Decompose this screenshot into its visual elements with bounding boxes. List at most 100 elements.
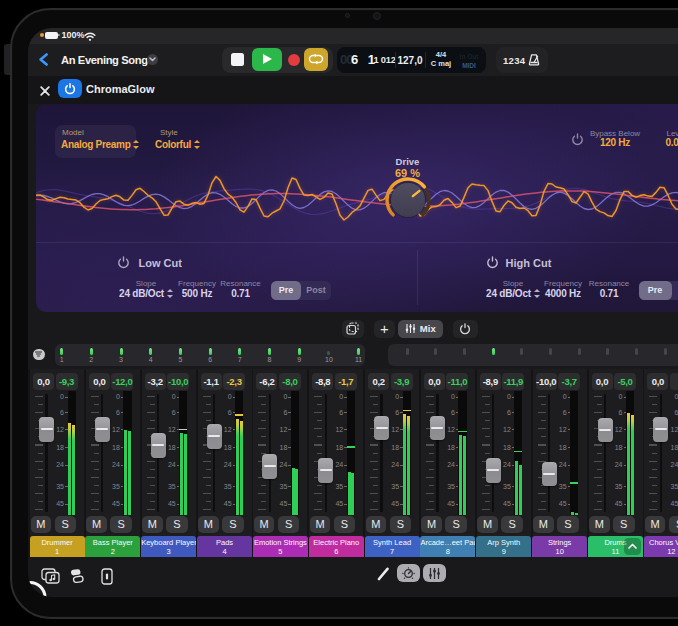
peak-readout[interactable]: -8,0 bbox=[279, 373, 301, 390]
close-icon[interactable] bbox=[40, 86, 50, 96]
track-overview-strip-2[interactable] bbox=[388, 344, 678, 366]
peak-readout[interactable] bbox=[670, 373, 678, 390]
mixer-view-button[interactable] bbox=[423, 564, 446, 582]
add-plugin-button[interactable]: + bbox=[374, 320, 395, 338]
track-name-label[interactable]: Emotion Strings 5 bbox=[253, 536, 308, 557]
track-stack-expand-button[interactable] bbox=[624, 538, 641, 555]
high-cut-power-icon[interactable] bbox=[486, 256, 499, 269]
remote-device-icon[interactable] bbox=[101, 568, 113, 585]
volume-readout[interactable]: -6,2 bbox=[256, 373, 277, 390]
mute-button[interactable]: M bbox=[86, 516, 107, 534]
count-in-button[interactable]: 1234 bbox=[503, 55, 525, 66]
peak-readout[interactable]: -2,3 bbox=[223, 373, 245, 390]
volume-readout[interactable]: -8,9 bbox=[480, 373, 501, 390]
mute-button[interactable]: M bbox=[142, 516, 163, 534]
plugin-power-button[interactable] bbox=[58, 79, 82, 98]
peak-readout[interactable]: -1,7 bbox=[335, 373, 357, 390]
mute-button[interactable]: M bbox=[533, 516, 554, 534]
low-cut-post-button[interactable]: Post bbox=[301, 281, 331, 300]
mute-button[interactable]: M bbox=[254, 516, 275, 534]
volume-readout[interactable]: 0,0 bbox=[424, 373, 445, 390]
bypass-power-icon[interactable] bbox=[571, 133, 584, 146]
lcd-display[interactable]: 00 6 1 1 012 127,0 4/4 C maj In Out MIDI bbox=[337, 47, 486, 73]
pencil-icon[interactable] bbox=[377, 567, 390, 581]
track-name-label[interactable]: Drums 11 bbox=[588, 536, 643, 557]
volume-fader[interactable] bbox=[39, 417, 54, 442]
track-name-label[interactable]: Arp Synth 9 bbox=[476, 536, 531, 557]
volume-readout[interactable]: 0,0 bbox=[647, 373, 668, 390]
volume-readout[interactable]: -10,0 bbox=[536, 373, 557, 390]
peak-readout[interactable]: -12,0 bbox=[111, 373, 133, 390]
low-cut-power-icon[interactable] bbox=[117, 256, 130, 269]
mix-plugin-tab[interactable]: Mix bbox=[398, 320, 444, 338]
volume-fader[interactable] bbox=[486, 458, 501, 483]
solo-button[interactable]: S bbox=[166, 516, 188, 534]
record-button[interactable] bbox=[288, 54, 300, 66]
volume-fader[interactable] bbox=[374, 416, 389, 441]
solo-button[interactable]: S bbox=[557, 516, 579, 534]
peak-readout[interactable]: -10,0 bbox=[167, 373, 189, 390]
mute-button[interactable]: M bbox=[366, 516, 387, 534]
solo-button[interactable]: S bbox=[501, 516, 523, 534]
low-cut-pre-button[interactable]: Pre bbox=[271, 281, 301, 300]
track-name-label[interactable]: Strings 10 bbox=[532, 536, 587, 557]
track-name-label[interactable]: Bass Player 2 bbox=[85, 536, 140, 557]
volume-fader[interactable] bbox=[151, 433, 166, 458]
plugin-tiles-button[interactable] bbox=[342, 320, 364, 338]
play-button[interactable] bbox=[252, 48, 282, 71]
track-name-label[interactable]: Arcade…eet Pad 8 bbox=[420, 536, 475, 557]
solo-button[interactable]: S bbox=[613, 516, 635, 534]
track-name-label[interactable]: Electric Piano 6 bbox=[309, 536, 364, 557]
peak-readout[interactable]: -9,3 bbox=[56, 373, 78, 390]
drive-knob[interactable] bbox=[383, 175, 433, 225]
peak-readout[interactable]: -5,0 bbox=[614, 373, 636, 390]
plugins-icon[interactable] bbox=[69, 568, 85, 584]
controls-view-button[interactable] bbox=[397, 564, 420, 582]
volume-readout[interactable]: -3,2 bbox=[145, 373, 166, 390]
volume-readout[interactable]: -8,8 bbox=[312, 373, 333, 390]
song-title-chevron-badge[interactable] bbox=[147, 54, 158, 65]
track-name-label[interactable]: Keyboard Player 3 bbox=[141, 536, 196, 557]
solo-button[interactable]: S bbox=[55, 516, 77, 534]
peak-readout[interactable]: -11,9 bbox=[502, 373, 524, 390]
level-value[interactable]: 0.0 bbox=[642, 137, 678, 148]
cycle-button[interactable] bbox=[304, 48, 328, 71]
volume-fader[interactable] bbox=[653, 417, 668, 442]
high-cut-resonance-value[interactable]: 0.71 bbox=[579, 288, 639, 299]
volume-fader[interactable] bbox=[95, 417, 110, 442]
solo-button[interactable]: S bbox=[445, 516, 467, 534]
volume-fader[interactable] bbox=[207, 424, 222, 449]
volume-readout[interactable]: 0,0 bbox=[89, 373, 110, 390]
track-filter-button[interactable] bbox=[33, 349, 45, 361]
volume-fader[interactable] bbox=[542, 462, 557, 487]
solo-button[interactable]: S bbox=[669, 516, 678, 534]
mute-button[interactable]: M bbox=[310, 516, 331, 534]
back-chevron-icon[interactable] bbox=[38, 53, 49, 66]
low-cut-resonance-value[interactable]: 0.71 bbox=[211, 288, 271, 299]
stop-button[interactable] bbox=[231, 53, 245, 67]
volume-readout[interactable]: -1,1 bbox=[201, 373, 222, 390]
plugin-bypass-power-button[interactable] bbox=[453, 320, 478, 338]
peak-readout[interactable]: -11,0 bbox=[446, 373, 468, 390]
volume-fader[interactable] bbox=[598, 418, 613, 443]
style-value[interactable]: Colorful bbox=[155, 139, 200, 150]
model-value[interactable]: Analog Preamp bbox=[61, 139, 139, 150]
peak-readout[interactable]: -3,9 bbox=[391, 373, 413, 390]
volume-readout[interactable]: 0,0 bbox=[33, 373, 54, 390]
metronome-icon[interactable] bbox=[527, 53, 541, 67]
solo-button[interactable]: S bbox=[222, 516, 244, 534]
solo-button[interactable]: S bbox=[278, 516, 300, 534]
solo-button[interactable]: S bbox=[334, 516, 356, 534]
track-name-label[interactable]: Drummer 1 bbox=[30, 536, 85, 557]
volume-readout[interactable]: 0,2 bbox=[368, 373, 389, 390]
solo-button[interactable]: S bbox=[390, 516, 412, 534]
volume-readout[interactable]: 0,0 bbox=[592, 373, 613, 390]
high-cut-pre-button[interactable]: Pre bbox=[639, 281, 672, 300]
mute-button[interactable]: M bbox=[589, 516, 610, 534]
mute-button[interactable]: M bbox=[477, 516, 498, 534]
high-cut-post-button[interactable]: Post bbox=[672, 281, 678, 300]
track-name-label[interactable]: Pads 4 bbox=[197, 536, 252, 557]
peak-readout[interactable]: -3,7 bbox=[558, 373, 580, 390]
mute-button[interactable]: M bbox=[421, 516, 442, 534]
mute-button[interactable]: M bbox=[31, 516, 52, 534]
